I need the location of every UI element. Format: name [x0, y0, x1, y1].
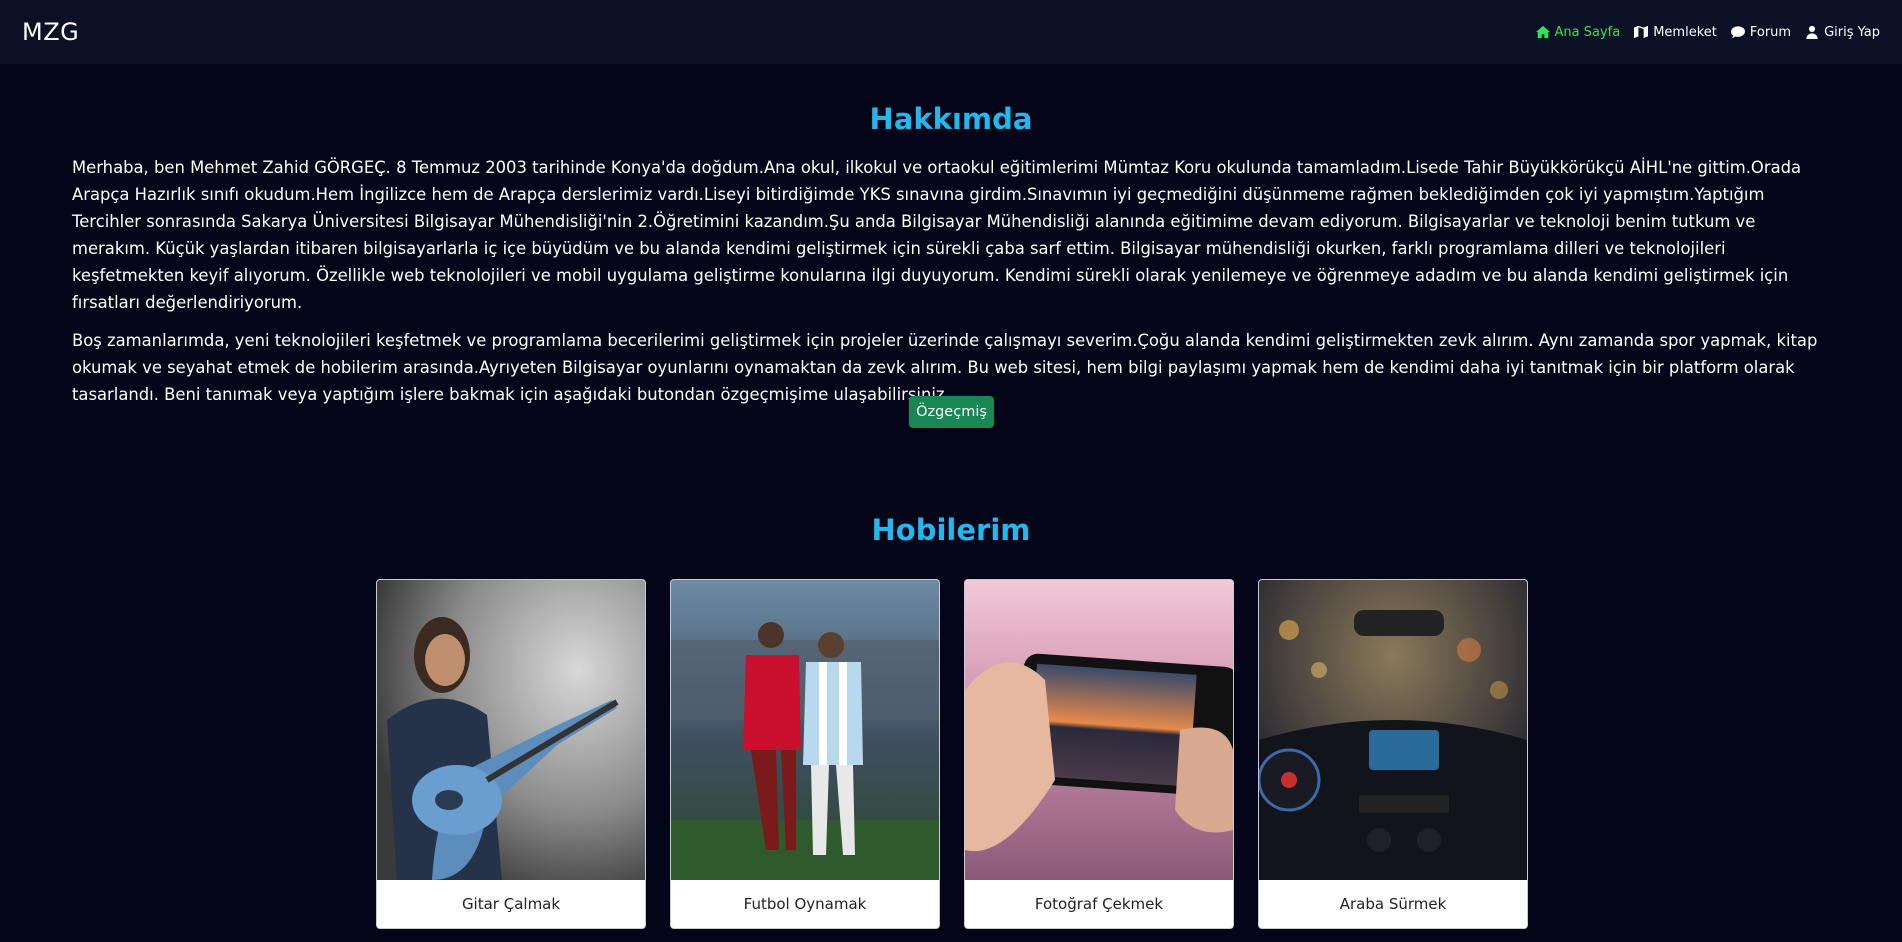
nav-item-forum[interactable]: Forum [1730, 24, 1792, 40]
about-title: Hakkımda [869, 102, 1033, 136]
hobby-card-label: Fotoğraf Çekmek [1034, 895, 1164, 913]
nav-item-label: Memleket [1653, 24, 1717, 40]
about-text: Merhaba, ben Mehmet Zahid GÖRGEÇ. 8 Temm… [72, 154, 1834, 419]
about-paragraph: Merhaba, ben Mehmet Zahid GÖRGEÇ. 8 Temm… [72, 158, 1802, 312]
comment-icon [1730, 26, 1745, 39]
hobby-card-guitar[interactable]: Gitar Çalmak [376, 579, 646, 929]
nav-menu: Ana Sayfa Memleket Forum Giriş Yap [1535, 24, 1880, 40]
football-image [671, 580, 939, 880]
driving-image [1259, 580, 1527, 880]
hobby-card-label: Futbol Oynamak [743, 895, 867, 913]
hobby-card-label: Araba Sürmek [1339, 895, 1447, 913]
hobby-cards: Gitar Çalmak Futbol Oynamak Fotoğraf Çek… [376, 579, 1528, 929]
nav-item-label: Forum [1749, 24, 1792, 40]
brand-logo[interactable]: MZG [22, 18, 79, 46]
nav-item-label: Giriş Yap [1824, 24, 1880, 40]
hobby-card-photo[interactable]: Fotoğraf Çekmek [964, 579, 1234, 929]
hobbies-title: Hobilerim [871, 513, 1031, 547]
cv-button[interactable]: Özgeçmiş [909, 396, 994, 428]
user-icon [1806, 25, 1818, 39]
nav-item-login[interactable]: Giriş Yap [1805, 25, 1880, 40]
guitar-image [377, 580, 645, 880]
nav-item-home[interactable]: Ana Sayfa [1535, 24, 1621, 40]
photo-image [965, 580, 1233, 880]
home-icon [1535, 25, 1550, 39]
hobby-card-driving[interactable]: Araba Sürmek [1258, 579, 1528, 929]
hobby-card-football[interactable]: Futbol Oynamak [670, 579, 940, 929]
nav-item-memleket[interactable]: Memleket [1634, 25, 1717, 40]
navbar: MZG Ana Sayfa Memleket Forum Giriş Yap [0, 0, 1902, 64]
hobby-card-label: Gitar Çalmak [461, 895, 561, 913]
map-icon [1634, 25, 1649, 39]
nav-item-label: Ana Sayfa [1554, 24, 1621, 40]
